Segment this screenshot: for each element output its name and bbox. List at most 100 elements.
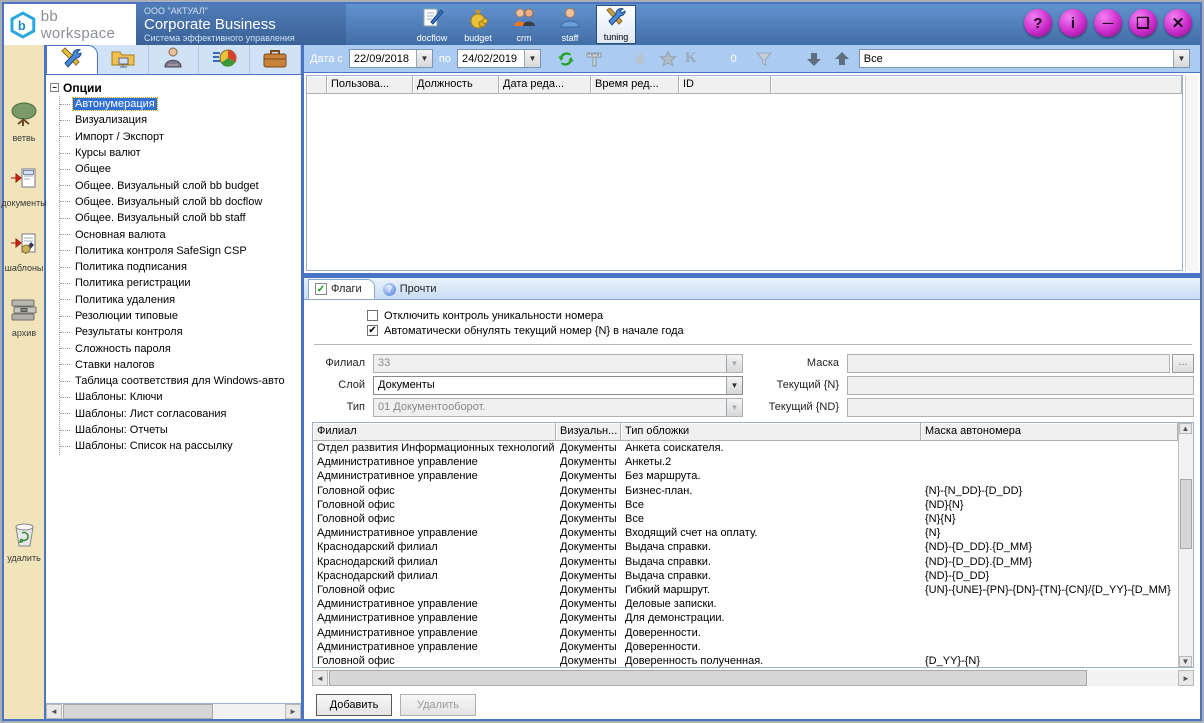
tree-item[interactable]: Шаблоны: Ключи	[60, 389, 301, 405]
rail-item-шаблоны[interactable]: шаблоны	[5, 230, 44, 273]
close-button[interactable]: ✕	[1164, 9, 1192, 37]
panel-tab-5[interactable]	[250, 45, 301, 74]
column-header[interactable]: Тип обложки	[621, 423, 921, 441]
scroll-thumb[interactable]	[329, 670, 1087, 686]
table-row[interactable]: Головной офисДокументыВсе{N}{N}	[313, 512, 1178, 526]
table-horizontal-scrollbar[interactable]: ◄ ►	[312, 670, 1194, 686]
tree-item[interactable]: Импорт / Экспорт	[60, 129, 301, 145]
tree-item[interactable]: Общее. Визуальный слой bb staff	[60, 210, 301, 226]
panel-tab-3[interactable]	[149, 45, 200, 74]
current-nd-input[interactable]	[847, 398, 1194, 417]
module-docflow[interactable]: docflow	[412, 5, 452, 44]
date-to-picker[interactable]: 24/02/2019 ▼	[457, 49, 541, 68]
ruler-icon[interactable]	[583, 49, 605, 69]
tree-item[interactable]: Сложность пароля	[60, 340, 301, 356]
tree-item[interactable]: Шаблоны: Лист согласования	[60, 406, 301, 422]
module-crm[interactable]: crm	[504, 5, 544, 44]
minimize-button[interactable]: ─	[1094, 9, 1122, 37]
filial-combobox[interactable]: 33 ▼	[373, 354, 743, 373]
column-header[interactable]: Пользова...	[327, 76, 413, 94]
k-icon[interactable]: K	[685, 50, 697, 67]
maximize-button[interactable]: ❑	[1129, 9, 1157, 37]
column-header[interactable]	[307, 76, 327, 94]
module-staff[interactable]: staff	[550, 5, 590, 44]
filter-funnel-icon[interactable]	[753, 49, 775, 69]
chevron-down-icon[interactable]: ▼	[1173, 50, 1189, 67]
tree-item[interactable]: Ставки налогов	[60, 357, 301, 373]
tree-item[interactable]: Резолюции типовые	[60, 308, 301, 324]
tree-root[interactable]: − Опции	[50, 79, 301, 96]
history-grid-body[interactable]	[307, 94, 1182, 270]
tree-item[interactable]: Политика подписания	[60, 259, 301, 275]
checkbox[interactable]: ✔	[367, 325, 378, 336]
tree-item[interactable]: Общее. Визуальный слой bb budget	[60, 177, 301, 193]
tip-combobox[interactable]: 01 Документооборот. ▼	[373, 398, 743, 417]
table-row[interactable]: Административное управлениеДокументыВход…	[313, 526, 1178, 540]
filter-combobox[interactable]: Все ▼	[859, 49, 1190, 68]
rail-item-архив[interactable]: архив	[9, 295, 39, 338]
sloy-combobox[interactable]: Документы ▼	[373, 376, 743, 395]
rail-item-удалить[interactable]: удалить	[4, 520, 44, 563]
rail-item-ветвь[interactable]: ветвь	[9, 100, 39, 143]
flame-icon[interactable]	[629, 49, 651, 69]
tab-Прочти[interactable]: ?Прочти	[377, 279, 449, 299]
tree-item[interactable]: Курсы валют	[60, 145, 301, 161]
column-header[interactable]: Маска автономера	[921, 423, 1178, 441]
tree-item[interactable]: Шаблоны: Список на рассылку	[60, 438, 301, 454]
table-row[interactable]: Административное управлениеДокументыАнке…	[313, 455, 1178, 469]
tree-item[interactable]: Шаблоны: Отчеты	[60, 422, 301, 438]
module-budget[interactable]: budget	[458, 5, 498, 44]
column-header[interactable]: Визуальн...	[556, 423, 621, 441]
table-row[interactable]: Краснодарский филиалДокументыВыдача спра…	[313, 540, 1178, 554]
table-vertical-scrollbar[interactable]: ▲ ▼	[1178, 423, 1193, 667]
table-row[interactable]: Административное управлениеДокументыБез …	[313, 469, 1178, 483]
table-row[interactable]: Административное управлениеДокументыДове…	[313, 640, 1178, 654]
refresh-icon[interactable]	[555, 49, 577, 69]
tree-item[interactable]: Основная валюта	[60, 226, 301, 242]
column-header[interactable]: Филиал	[313, 423, 556, 441]
tab-Флаги[interactable]: ✓Флаги	[308, 279, 375, 299]
delete-button[interactable]: Удалить	[400, 694, 476, 716]
history-vertical-scrollbar[interactable]	[1185, 75, 1198, 271]
chevron-down-icon[interactable]: ▼	[524, 50, 540, 67]
column-header[interactable]: Время ред...	[591, 76, 679, 94]
tree-item[interactable]: Визуализация	[60, 112, 301, 128]
panel-tab-1[interactable]	[46, 45, 98, 74]
arrow-down-icon[interactable]	[803, 49, 825, 69]
tree-item[interactable]: Политика контроля SafeSign CSP	[60, 243, 301, 259]
scroll-left-icon[interactable]: ◄	[46, 704, 62, 719]
column-header[interactable]: ID	[679, 76, 771, 94]
add-button[interactable]: Добавить	[316, 694, 392, 716]
arrow-up-icon[interactable]	[831, 49, 853, 69]
column-header[interactable]: Дата реда...	[499, 76, 591, 94]
table-row[interactable]: Административное управлениеДокументыДове…	[313, 625, 1178, 639]
scroll-right-icon[interactable]: ►	[285, 704, 301, 719]
tree-item[interactable]: Общее. Визуальный слой bb docflow	[60, 194, 301, 210]
module-tuning[interactable]: tuning	[596, 5, 636, 44]
maska-input[interactable]	[847, 354, 1170, 373]
tree-item[interactable]: Общее	[60, 161, 301, 177]
table-row[interactable]: Краснодарский филиалДокументыВыдача спра…	[313, 555, 1178, 569]
panel-tab-4[interactable]	[199, 45, 250, 74]
chevron-down-icon[interactable]: ▼	[416, 50, 432, 67]
table-row[interactable]: Административное управлениеДокументыДля …	[313, 611, 1178, 625]
scroll-thumb[interactable]	[63, 704, 213, 719]
rail-item-документы[interactable]: документы	[1, 165, 46, 208]
table-row[interactable]: Головной офисДокументыГибкий маршрут.{UN…	[313, 583, 1178, 597]
tree-item[interactable]: Политика удаления	[60, 292, 301, 308]
tree-item[interactable]: Таблица соответствия для Windows-авто	[60, 373, 301, 389]
table-row[interactable]: Головной офисДокументыВсе{ND}{N}	[313, 498, 1178, 512]
scroll-left-icon[interactable]: ◄	[312, 670, 328, 686]
tree-item[interactable]: Автонумерация	[60, 96, 301, 112]
collapse-icon[interactable]: −	[50, 83, 59, 92]
panel-tab-2[interactable]	[98, 45, 149, 74]
scroll-thumb[interactable]	[1180, 479, 1192, 549]
scroll-up-icon[interactable]: ▲	[1179, 423, 1192, 434]
table-row[interactable]: Отдел развития Информационных технологий…	[313, 441, 1178, 455]
tree-item[interactable]: Политика регистрации	[60, 275, 301, 291]
chevron-down-icon[interactable]: ▼	[726, 377, 742, 394]
scroll-right-icon[interactable]: ►	[1178, 670, 1194, 686]
star-icon[interactable]	[657, 49, 679, 69]
tree-horizontal-scrollbar[interactable]: ◄ ►	[46, 703, 301, 719]
info-button[interactable]: i	[1059, 9, 1087, 37]
